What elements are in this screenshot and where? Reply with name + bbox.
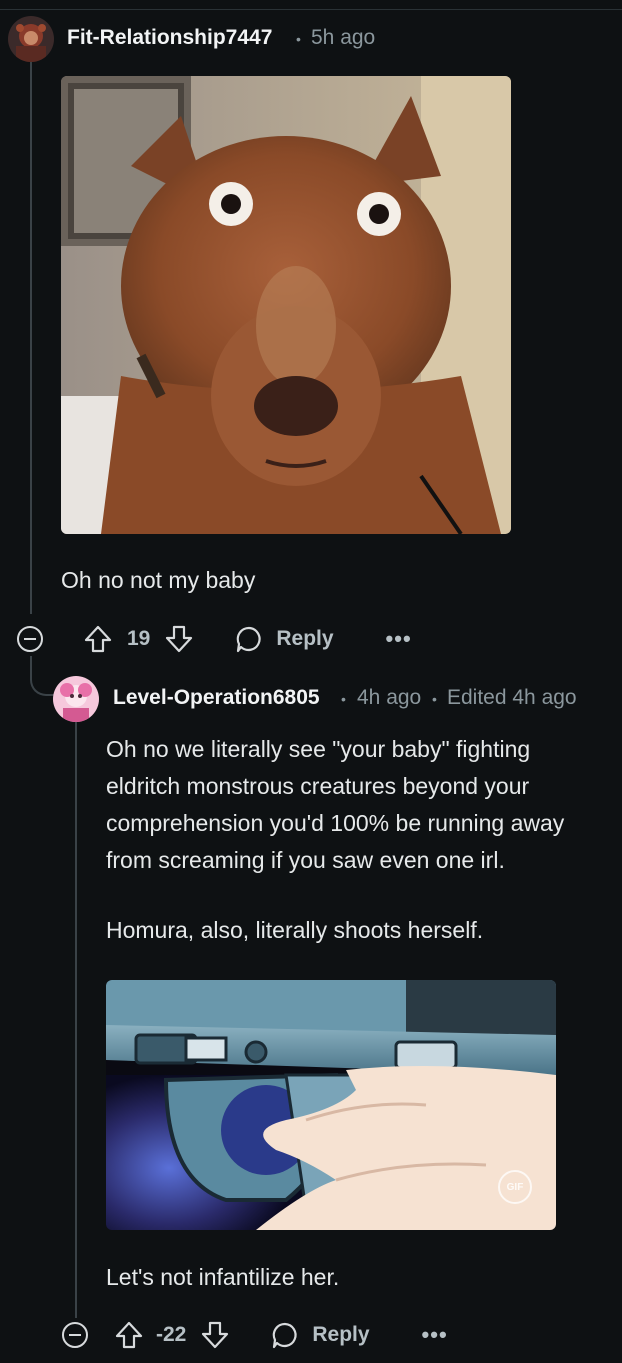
body-line: from screaming if you saw even one irl.: [106, 847, 505, 873]
meta-separator: •: [432, 691, 437, 707]
timestamp[interactable]: 4h ago: [357, 686, 421, 710]
user-avatar[interactable]: [8, 16, 54, 62]
comment-body: Oh no not my baby: [61, 567, 256, 593]
comment-image[interactable]: [61, 76, 511, 534]
comment-actions: -22 Reply •••: [62, 1318, 448, 1352]
chat-bubble-icon: [273, 1322, 297, 1349]
reply-label: Reply: [276, 627, 334, 650]
username[interactable]: Level-Operation6805: [113, 686, 320, 710]
collapse-thread-button[interactable]: [17, 626, 43, 652]
more-options-button[interactable]: •••: [422, 1322, 448, 1348]
downvote-button[interactable]: [200, 1320, 230, 1350]
meta-separator: •: [341, 691, 346, 707]
collapse-thread-button[interactable]: [62, 1322, 88, 1348]
comment-actions: 19 Reply •••: [17, 622, 412, 656]
avatar-image: [53, 676, 99, 722]
body-line: Oh no we literally see "your baby" fight…: [106, 736, 531, 762]
thread-connector: [30, 656, 54, 696]
body-line: comprehension you'd 100% be running away: [106, 810, 565, 836]
downvote-button[interactable]: [164, 624, 194, 654]
upvote-icon: [84, 625, 112, 653]
reply-button[interactable]: Reply: [234, 624, 334, 654]
dog-meme-image: [61, 76, 511, 534]
top-divider: [0, 9, 622, 10]
gif-badge: GIF: [498, 1170, 532, 1204]
reply-label: Reply: [312, 1323, 370, 1346]
upvote-button[interactable]: [114, 1320, 144, 1350]
upvote-button[interactable]: [83, 624, 113, 654]
more-options-button[interactable]: •••: [386, 626, 412, 652]
user-avatar[interactable]: [53, 676, 99, 722]
anime-gun-gif: [106, 980, 556, 1230]
vote-count: -22: [156, 1323, 187, 1346]
username[interactable]: Fit-Relationship7447: [67, 26, 272, 50]
minus-icon: [69, 1334, 81, 1336]
meta-separator: •: [296, 31, 301, 47]
thread-line-child[interactable]: [75, 722, 77, 1318]
downvote-icon: [202, 1321, 229, 1349]
timestamp[interactable]: 5h ago: [311, 26, 375, 50]
upvote-icon: [115, 1321, 143, 1349]
comment-paragraph: Let's not infantilize her.: [106, 1264, 340, 1290]
body-line: eldritch monstrous creatures beyond your: [106, 773, 530, 799]
downvote-icon: [166, 625, 193, 653]
comment-body: Oh no we literally see "your baby" fight…: [106, 731, 622, 879]
avatar-image: [8, 16, 54, 62]
edited-label: Edited 4h ago: [447, 686, 577, 709]
chat-bubble-icon: [237, 626, 261, 653]
reply-button[interactable]: Reply: [270, 1320, 370, 1350]
thread-line[interactable]: [30, 62, 32, 614]
minus-icon: [24, 638, 36, 640]
comment-paragraph: Homura, also, literally shoots herself.: [106, 917, 484, 943]
vote-count: 19: [127, 627, 151, 650]
comment-gif[interactable]: GIF: [106, 980, 556, 1230]
